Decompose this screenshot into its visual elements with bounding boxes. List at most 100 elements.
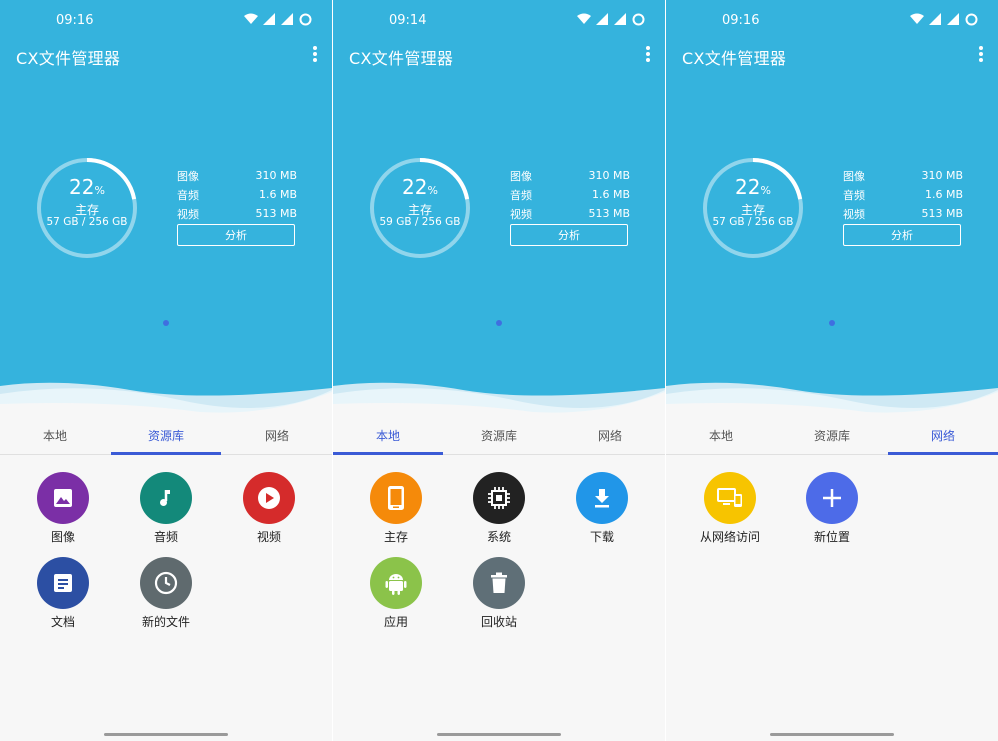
storage-ring[interactable]: 22% 主存 57 GB / 256 GB [701,156,805,260]
tab-network[interactable]: 网络 [222,416,332,454]
storage-percent: 22% [402,175,438,199]
library-item-images[interactable]: 图像 [23,472,103,545]
network-item-new-location[interactable]: 新位置 [792,472,872,545]
signal-icon [613,12,627,26]
overflow-menu-button[interactable] [643,44,653,66]
trash-icon [473,557,525,609]
document-icon [37,557,89,609]
tab-indicator [333,452,443,455]
gesture-nav-bar[interactable] [437,733,561,736]
stat-row-images: 图像 310 MB [510,169,630,183]
gesture-nav-bar[interactable] [104,733,228,736]
music-note-icon [140,472,192,524]
local-item-system[interactable]: 系统 [459,472,539,545]
tab-indicator [888,452,998,455]
signal-icon [946,12,960,26]
app-title: CX文件管理器 [349,49,454,68]
screen-local: 09:14 CX文件管理器 22% 主存 59 GB / 256 GB 图像 31… [333,0,665,741]
analyze-button[interactable]: 分析 [510,224,628,246]
storage-header: 09:14 CX文件管理器 22% 主存 59 GB / 256 GB 图像 31… [333,0,665,416]
page-indicator [496,320,502,326]
stat-row-video: 视频 513 MB [510,207,630,221]
tab-indicator [111,452,221,455]
analyze-button[interactable]: 分析 [843,224,961,246]
local-item-downloads[interactable]: 下载 [562,472,642,545]
app-title: CX文件管理器 [682,49,787,68]
tab-network[interactable]: 网络 [888,416,998,454]
storage-size: 57 GB / 256 GB [712,216,794,228]
battery-ring-icon [298,12,312,26]
status-icons [910,12,978,26]
tab-local[interactable]: 本地 [333,416,443,454]
wave-decoration [666,382,998,416]
wave-decoration [333,382,665,416]
network-item-remote-access[interactable]: 从网络访问 [689,472,771,545]
gesture-nav-bar[interactable] [770,733,894,736]
status-icons [577,12,645,26]
signal-icon [595,12,609,26]
local-item-main-storage[interactable]: 主存 [356,472,436,545]
library-item-audio[interactable]: 音频 [126,472,206,545]
download-icon [576,472,628,524]
app-title: CX文件管理器 [16,49,121,68]
clock-icon [140,557,192,609]
screen-network: 09:16 CX文件管理器 22% 主存 57 GB / 256 GB 图像 31… [666,0,998,741]
stat-row-images: 图像 310 MB [177,169,297,183]
status-bar: 09:16 [0,0,332,40]
overflow-menu-button[interactable] [310,44,320,66]
wifi-icon [577,12,591,26]
tab-library[interactable]: 资源库 [444,416,554,454]
devices-icon [704,472,756,524]
storage-percent: 22% [735,175,771,199]
storage-header: 09:16 CX文件管理器 22% 主存 57 GB / 256 GB 图像 31… [0,0,332,416]
stat-row-video: 视频 513 MB [177,207,297,221]
storage-stats: 图像 310 MB 音频 1.6 MB 视频 513 MB [843,166,963,223]
storage-ring[interactable]: 22% 主存 57 GB / 256 GB [35,156,139,260]
analyze-button[interactable]: 分析 [177,224,295,246]
signal-icon [262,12,276,26]
image-icon [37,472,89,524]
tab-library[interactable]: 资源库 [777,416,887,454]
storage-ring[interactable]: 22% 主存 59 GB / 256 GB [368,156,472,260]
storage-size: 59 GB / 256 GB [379,216,461,228]
overflow-menu-button[interactable] [976,44,986,66]
status-time: 09:14 [389,13,427,28]
status-bar: 09:14 [333,0,665,40]
status-time: 09:16 [722,13,760,28]
tab-bar: 本地 资源库 网络 [333,416,665,455]
status-icons [244,12,312,26]
tab-bar: 本地 资源库 网络 [666,416,998,455]
status-time: 09:16 [56,13,94,28]
stat-row-images: 图像 310 MB [843,169,963,183]
phone-icon [370,472,422,524]
play-icon [243,472,295,524]
storage-percent: 22% [69,175,105,199]
wave-decoration [0,382,332,416]
signal-icon [280,12,294,26]
library-item-video[interactable]: 视频 [229,472,309,545]
stat-row-audio: 音频 1.6 MB [177,188,297,202]
screen-library: 09:16 CX文件管理器 22% 主存 57 GB / 256 GB 图像 31… [0,0,332,741]
battery-ring-icon [631,12,645,26]
library-item-documents[interactable]: 文档 [23,557,103,630]
storage-size: 57 GB / 256 GB [46,216,128,228]
page-indicator [163,320,169,326]
panel-divider [665,0,666,741]
android-icon [370,557,422,609]
stat-row-audio: 音频 1.6 MB [510,188,630,202]
tab-library[interactable]: 资源库 [111,416,221,454]
stat-row-audio: 音频 1.6 MB [843,188,963,202]
local-item-trash[interactable]: 回收站 [459,557,539,630]
panel-divider [332,0,333,741]
library-item-recent[interactable]: 新的文件 [126,557,206,630]
stat-row-video: 视频 513 MB [843,207,963,221]
status-bar: 09:16 [666,0,998,40]
local-item-apps[interactable]: 应用 [356,557,436,630]
tab-local[interactable]: 本地 [666,416,776,454]
tab-local[interactable]: 本地 [0,416,110,454]
tab-network[interactable]: 网络 [555,416,665,454]
signal-icon [928,12,942,26]
storage-stats: 图像 310 MB 音频 1.6 MB 视频 513 MB [510,166,630,223]
wifi-icon [244,12,258,26]
battery-ring-icon [964,12,978,26]
